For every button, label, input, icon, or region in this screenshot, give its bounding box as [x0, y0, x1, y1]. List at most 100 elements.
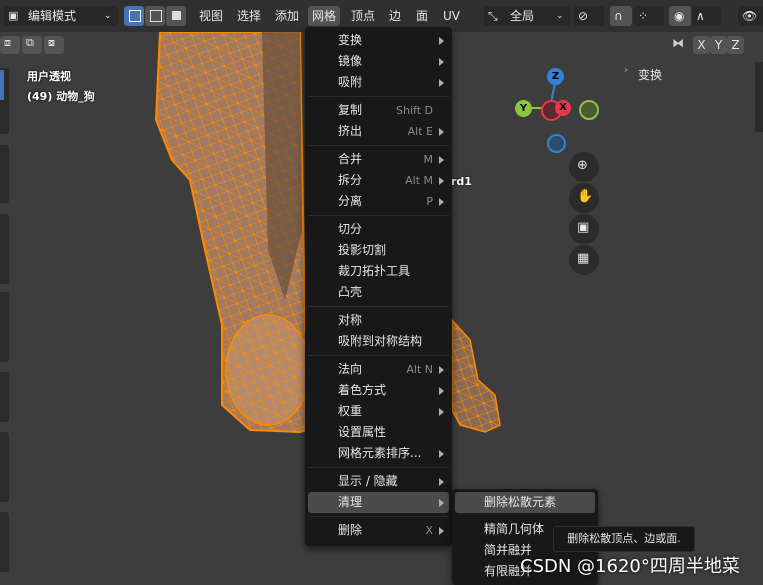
menu-uv[interactable]: UV: [439, 6, 464, 26]
mirror-icon[interactable]: ⧓: [672, 36, 692, 54]
menu-separator: [308, 96, 449, 97]
menu-item-merge[interactable]: 合并 M: [308, 149, 449, 170]
menu-item-convex-hull[interactable]: 凸壳: [308, 282, 449, 303]
perspective-toggle-button[interactable]: ▦: [569, 245, 599, 275]
menu-item-mirror[interactable]: 镜像: [308, 51, 449, 72]
mirror-y-button[interactable]: Y: [710, 36, 727, 54]
menu-item-clean-up[interactable]: 清理: [308, 492, 449, 513]
toolbar-group[interactable]: [0, 292, 9, 362]
zoom-button[interactable]: ⊕: [569, 152, 599, 182]
menu-item-shading[interactable]: 着色方式: [308, 380, 449, 401]
menu-item-snap-to-symmetry[interactable]: 吸附到对称结构: [308, 331, 449, 352]
mode-selector[interactable]: ▣ 编辑模式 ⌄: [4, 6, 118, 26]
watermark: CSDN @1620°四周半地菜: [520, 556, 740, 577]
toolbar-group[interactable]: [0, 432, 9, 502]
shortcut-label: M: [423, 153, 434, 166]
falloff-dropdown[interactable]: ∧: [692, 6, 722, 26]
menu-item-snap[interactable]: 吸附: [308, 72, 449, 93]
snap-target-dropdown[interactable]: ⁘: [634, 6, 664, 26]
menu-item-knife-topology[interactable]: 裁刀拓扑工具: [308, 261, 449, 282]
toolbar-group[interactable]: [0, 145, 9, 203]
gizmo-neg-y-axis[interactable]: [579, 100, 599, 120]
transform-orientation-dropdown[interactable]: ⤡ 全局 ⌄: [484, 6, 570, 26]
menu-item-label: 复制: [338, 103, 363, 117]
gizmo-neg-z-axis[interactable]: [547, 134, 566, 153]
select-mode-extend[interactable]: ⧉: [22, 36, 42, 54]
menu-item-split[interactable]: 拆分 Alt M: [308, 170, 449, 191]
menu-item-transform[interactable]: 变换: [308, 30, 449, 51]
select-mode-subtract[interactable]: ⧇: [44, 36, 64, 54]
menu-item-label: 挤出: [338, 124, 363, 138]
orientation-icon: ⤡: [488, 9, 498, 23]
menu-add[interactable]: 添加: [271, 6, 303, 26]
toolbar-group[interactable]: [0, 214, 9, 284]
eye-icon: 👁: [742, 9, 758, 23]
submenu-arrow-icon: [439, 58, 444, 66]
menu-separator: [308, 215, 449, 216]
mirror-x-button[interactable]: X: [693, 36, 710, 54]
menu-view[interactable]: 视图: [195, 6, 227, 26]
menu-item-delete[interactable]: 删除 X: [308, 520, 449, 541]
toolbar-group[interactable]: [0, 512, 9, 572]
menu-item-duplicate[interactable]: 复制 Shift D: [308, 100, 449, 121]
submenu-arrow-icon: [439, 387, 444, 395]
menu-vertex[interactable]: 顶点: [347, 6, 379, 26]
proportional-edit-toggle[interactable]: ◉: [669, 6, 691, 26]
menu-face[interactable]: 面: [412, 6, 432, 26]
pivot-dropdown[interactable]: ⊘: [574, 6, 604, 26]
menu-item-normals[interactable]: 法向 Alt N: [308, 359, 449, 380]
sidebar-transform-panel[interactable]: › 变换: [610, 62, 763, 84]
shortcut-label: X: [425, 524, 433, 537]
gizmo-x-axis[interactable]: X: [555, 100, 571, 116]
menu-item-label: 法向: [338, 362, 363, 376]
menu-item-extrude[interactable]: 挤出 Alt E: [308, 121, 449, 142]
submenu-arrow-icon: [439, 79, 444, 87]
submenu-item-delete-loose[interactable]: 删除松散元素: [455, 492, 595, 513]
gizmo-y-axis[interactable]: Y: [515, 100, 532, 117]
view-name: 用户透视: [27, 70, 71, 83]
pan-button[interactable]: ✋: [569, 183, 599, 213]
shortcut-label: Shift D: [396, 104, 433, 117]
submenu-arrow-icon: [439, 478, 444, 486]
menu-select[interactable]: 选择: [233, 6, 265, 26]
grid-icon: ▦: [577, 251, 590, 266]
toolbar-group[interactable]: [0, 372, 9, 422]
proportional-edit-icon: ◉: [674, 9, 685, 23]
menu-item-bisect[interactable]: 切分: [308, 219, 449, 240]
menu-item-knife-project[interactable]: 投影切割: [308, 240, 449, 261]
camera-view-button[interactable]: ▣: [569, 214, 599, 244]
visibility-dropdown[interactable]: 👁: [738, 6, 763, 26]
select-mode-new[interactable]: ⧈: [0, 36, 20, 54]
select-subtract-icon: ⧇: [48, 36, 55, 49]
vertex-select-button[interactable]: [124, 6, 144, 26]
menu-item-sort-elements[interactable]: 网格元素排序...: [308, 443, 449, 464]
object-info: (49) 动物_狗: [27, 90, 95, 103]
face-select-button[interactable]: [166, 6, 186, 26]
menu-item-label: 删除: [338, 523, 363, 537]
menu-item-label: 吸附到对称结构: [338, 334, 423, 348]
menu-item-symmetrize[interactable]: 对称: [308, 310, 449, 331]
mirror-z-button[interactable]: Z: [727, 36, 744, 54]
object-name-partial: rd1: [451, 175, 472, 188]
menu-mesh[interactable]: 网格: [308, 6, 341, 26]
pivot-icon: ⊘: [578, 9, 589, 23]
menu-item-label: 权重: [338, 404, 363, 418]
menu-item-set-attribute[interactable]: 设置属性: [308, 422, 449, 443]
menu-item-label: 精简几何体: [484, 522, 545, 536]
transform-panel-label: 变换: [638, 68, 663, 82]
snap-toggle[interactable]: ∩: [610, 6, 632, 26]
menu-edge[interactable]: 边: [385, 6, 405, 26]
active-tool-indicator: [0, 70, 4, 100]
submenu-arrow-icon: [439, 527, 444, 535]
gizmo-z-axis[interactable]: Z: [547, 68, 564, 85]
menu-item-separate[interactable]: 分离 P: [308, 191, 449, 212]
menu-item-label: 变换: [338, 33, 363, 47]
menu-item-weights[interactable]: 权重: [308, 401, 449, 422]
edge-select-button[interactable]: [145, 6, 165, 26]
sidebar-tab[interactable]: [755, 62, 763, 132]
menu-item-label: 对称: [338, 313, 363, 327]
mode-label: 编辑模式: [28, 9, 77, 23]
menu-item-label: 合并: [338, 152, 363, 166]
submenu-arrow-icon: [439, 499, 444, 507]
menu-item-show-hide[interactable]: 显示 / 隐藏: [308, 471, 449, 492]
